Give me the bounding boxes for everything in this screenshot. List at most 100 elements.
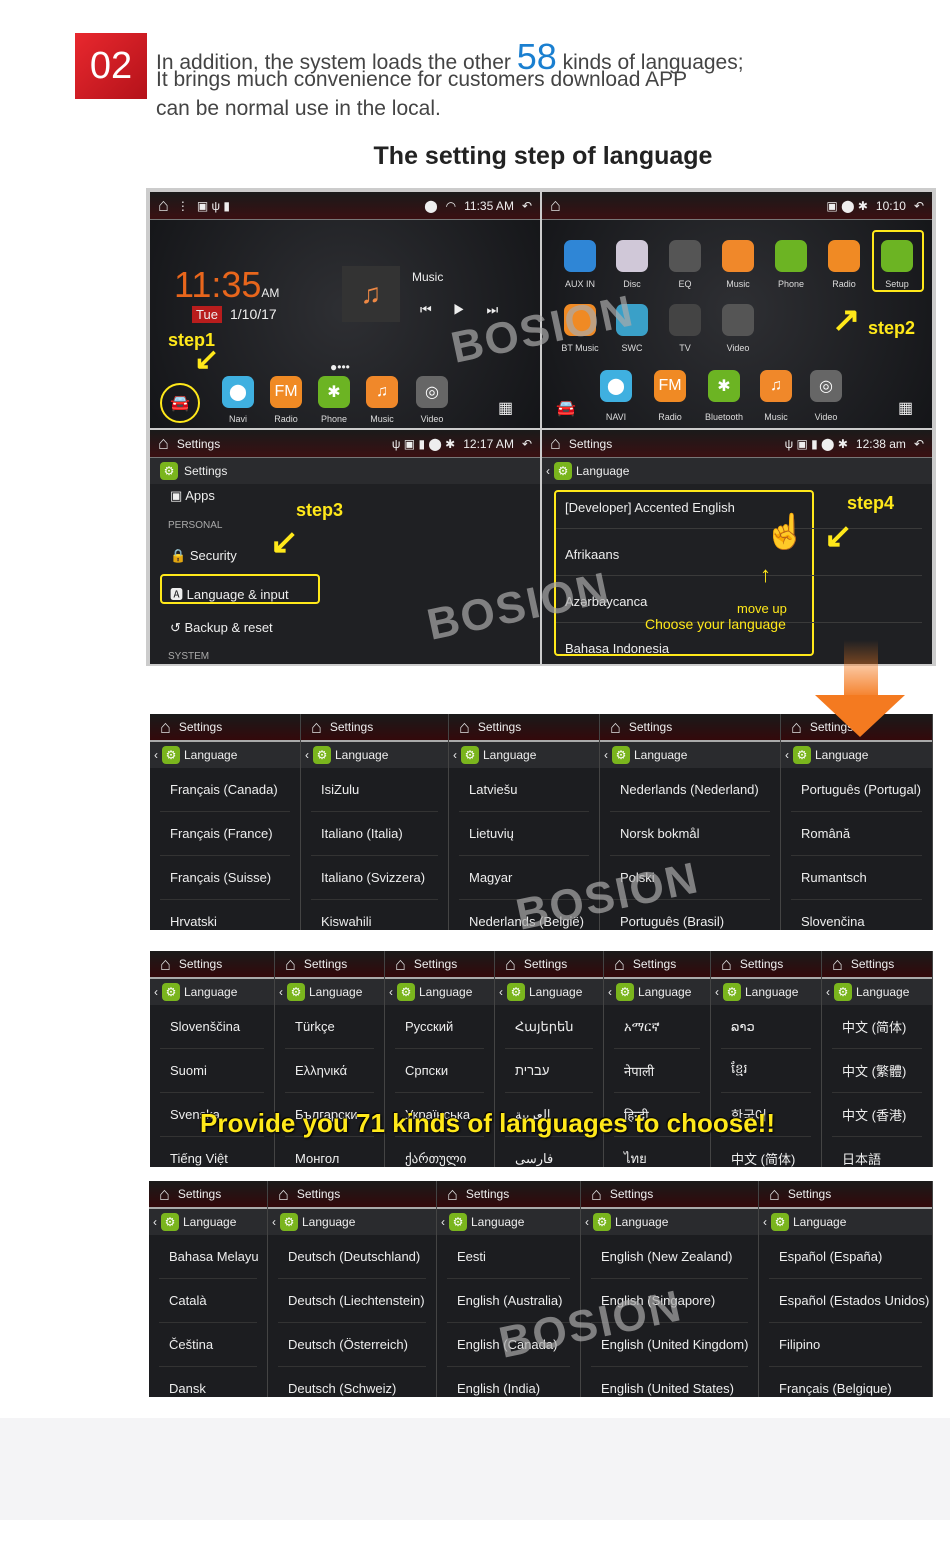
home-icon[interactable]: ⌂: [721, 954, 732, 975]
language-option[interactable]: Русский: [395, 1005, 484, 1049]
back-chevron-icon[interactable]: ‹: [763, 1215, 767, 1229]
language-option[interactable]: Монгол: [285, 1137, 374, 1167]
home-icon[interactable]: ⌂: [791, 717, 802, 738]
language-option[interactable]: Latviešu: [459, 768, 589, 812]
language-option[interactable]: 日本語: [832, 1137, 922, 1167]
back-icon[interactable]: ↶: [914, 437, 924, 451]
language-option[interactable]: Français (Canada): [160, 768, 290, 812]
settings-item-language-input[interactable]: 🅰 Language & input: [170, 584, 289, 603]
back-chevron-icon[interactable]: ‹: [785, 748, 789, 762]
language-option[interactable]: Italiano (Italia): [311, 812, 438, 856]
language-option[interactable]: Eesti: [447, 1235, 570, 1279]
language-option[interactable]: Tiếng Việt: [160, 1137, 264, 1167]
app-icon[interactable]: [669, 240, 701, 272]
home-icon[interactable]: ⌂: [158, 195, 169, 216]
language-option[interactable]: Français (Suisse): [160, 856, 290, 900]
back-chevron-icon[interactable]: ‹: [453, 748, 457, 762]
back-icon[interactable]: ↶: [522, 199, 532, 213]
home-icon[interactable]: ⌂: [550, 433, 561, 454]
dock-app-icon[interactable]: ♫: [366, 376, 398, 408]
language-option[interactable]: Bahasa Melayu: [159, 1235, 259, 1279]
language-option[interactable]: Bahasa Indonesia: [565, 641, 669, 656]
language-option[interactable]: Slovenčina: [791, 900, 922, 930]
language-option[interactable]: 中文 (简体): [832, 1005, 922, 1049]
language-option[interactable]: Norsk bokmål: [610, 812, 770, 856]
language-option[interactable]: ไทย: [614, 1137, 700, 1167]
home-icon[interactable]: ⌂: [769, 1184, 780, 1205]
language-option[interactable]: Slovenščina: [160, 1005, 264, 1049]
app-icon[interactable]: [722, 304, 754, 336]
language-option[interactable]: Српски: [395, 1049, 484, 1093]
dock-app-icon[interactable]: FM: [270, 376, 302, 408]
language-option[interactable]: ქართული: [395, 1137, 484, 1167]
language-option[interactable]: Ελληνικά: [285, 1049, 374, 1093]
language-option[interactable]: English (India): [447, 1367, 570, 1397]
back-chevron-icon[interactable]: ‹: [826, 985, 830, 999]
app-icon[interactable]: [722, 240, 754, 272]
dock-app-icon[interactable]: ♫: [760, 370, 792, 402]
dock-app-icon[interactable]: ◎: [416, 376, 448, 408]
home-icon[interactable]: ⌂: [160, 954, 171, 975]
app-icon[interactable]: [616, 240, 648, 272]
language-option[interactable]: Français (Belgique): [769, 1367, 922, 1397]
app-icon[interactable]: [669, 304, 701, 336]
back-chevron-icon[interactable]: ‹: [546, 464, 550, 478]
language-option[interactable]: Rumantsch: [791, 856, 922, 900]
home-icon[interactable]: ⌂: [505, 954, 516, 975]
back-icon[interactable]: ↶: [522, 437, 532, 451]
language-option[interactable]: Türkçe: [285, 1005, 374, 1049]
language-option[interactable]: עברית: [505, 1049, 593, 1093]
back-chevron-icon[interactable]: ‹: [608, 985, 612, 999]
apps-grid-icon[interactable]: ▦: [898, 398, 913, 418]
back-chevron-icon[interactable]: ‹: [499, 985, 503, 999]
dock-app-icon[interactable]: ✱: [708, 370, 740, 402]
language-option[interactable]: [Developer] Accented English: [565, 500, 735, 515]
language-option[interactable]: Hrvatski: [160, 900, 290, 930]
language-option[interactable]: Հայերեն: [505, 1005, 593, 1049]
car-icon[interactable]: 🚘: [160, 383, 200, 423]
home-icon[interactable]: ⌂: [610, 717, 621, 738]
home-icon[interactable]: ⌂: [278, 1184, 289, 1205]
app-icon[interactable]: [775, 240, 807, 272]
menu-icon[interactable]: ⋮: [177, 199, 189, 213]
home-icon[interactable]: ⌂: [591, 1184, 602, 1205]
language-option[interactable]: Català: [159, 1279, 257, 1323]
settings-item-backup[interactable]: ↺ Backup & reset: [170, 620, 273, 636]
language-option[interactable]: Español (Estados Unidos): [769, 1279, 929, 1323]
language-option[interactable]: Deutsch (Liechtenstein): [278, 1279, 426, 1323]
home-icon[interactable]: ⌂: [158, 433, 169, 454]
language-option[interactable]: Italiano (Svizzera): [311, 856, 438, 900]
language-option[interactable]: Lietuvių: [459, 812, 589, 856]
dock-app-icon[interactable]: ✱: [318, 376, 350, 408]
language-option[interactable]: ລາວ: [721, 1005, 811, 1049]
home-icon[interactable]: ⌂: [160, 717, 171, 738]
app-icon[interactable]: [828, 240, 860, 272]
dock-app-icon[interactable]: FM: [654, 370, 686, 402]
back-chevron-icon[interactable]: ‹: [305, 748, 309, 762]
language-option[interactable]: Dansk: [159, 1367, 257, 1397]
language-option[interactable]: Deutsch (Deutschland): [278, 1235, 426, 1279]
home-icon[interactable]: ⌂: [832, 954, 843, 975]
language-option[interactable]: Română: [791, 812, 922, 856]
language-option[interactable]: Filipino: [769, 1323, 922, 1367]
language-option[interactable]: Deutsch (Österreich): [278, 1323, 426, 1367]
back-chevron-icon[interactable]: ‹: [279, 985, 283, 999]
language-option[interactable]: Suomi: [160, 1049, 264, 1093]
language-option[interactable]: Português (Portugal): [791, 768, 922, 812]
settings-item-apps[interactable]: ▣ Apps: [170, 488, 215, 504]
language-option[interactable]: Français (France): [160, 812, 290, 856]
back-chevron-icon[interactable]: ‹: [441, 1215, 445, 1229]
home-icon[interactable]: ⌂: [459, 717, 470, 738]
back-chevron-icon[interactable]: ‹: [154, 985, 158, 999]
home-icon[interactable]: ⌂: [159, 1184, 170, 1205]
language-option[interactable]: Nederlands (Nederland): [610, 768, 770, 812]
back-chevron-icon[interactable]: ‹: [153, 1215, 157, 1229]
dock-app-icon[interactable]: ◎: [810, 370, 842, 402]
home-icon[interactable]: ⌂: [614, 954, 625, 975]
back-chevron-icon[interactable]: ‹: [272, 1215, 276, 1229]
language-option[interactable]: 中文 (简体): [721, 1137, 811, 1167]
language-option[interactable]: Čeština: [159, 1323, 257, 1367]
language-option[interactable]: አማርኛ: [614, 1005, 700, 1049]
back-icon[interactable]: ↶: [914, 199, 924, 213]
language-option[interactable]: Español (España): [769, 1235, 922, 1279]
